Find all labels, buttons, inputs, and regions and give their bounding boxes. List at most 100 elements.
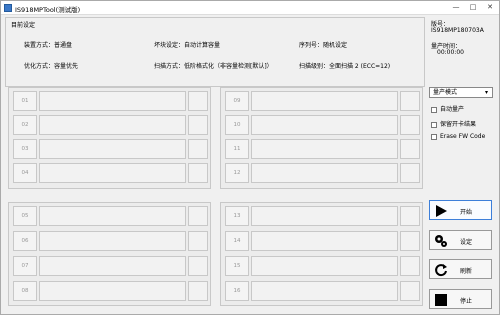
slot-result	[400, 115, 420, 135]
slot-row[interactable]: 12	[225, 163, 421, 183]
refresh-icon	[435, 264, 447, 277]
slot-status	[251, 115, 398, 135]
version-value: IS918MP180703A	[431, 27, 484, 34]
slot-result	[400, 91, 420, 111]
maximize-icon[interactable]: □	[466, 2, 480, 13]
settings-button[interactable]: 设定	[429, 230, 492, 250]
slot-status	[39, 256, 186, 276]
slot-result	[188, 115, 208, 135]
slot-row[interactable]: 07	[13, 256, 209, 276]
slot-result	[400, 139, 420, 159]
slot-number: 03	[13, 139, 37, 159]
slot-result	[188, 281, 208, 301]
app-window: IS918MPTool(测试版) — □ ✕ 目前设定 装置方式：普通盘 坏块设…	[0, 0, 500, 315]
slot-status	[251, 281, 398, 301]
slot-number: 11	[225, 139, 249, 159]
slot-number: 05	[13, 206, 37, 226]
erase-fw-checkbox[interactable]: Erase FW Code	[431, 133, 485, 140]
slot-row[interactable]: 14	[225, 231, 421, 251]
slot-result	[400, 281, 420, 301]
slot-number: 16	[225, 281, 249, 301]
slot-group-right-bottom: 13 14 15 16	[220, 202, 423, 306]
slot-result	[400, 256, 420, 276]
device-mode-text: 装置方式：普通盘	[24, 42, 73, 49]
slot-result	[400, 231, 420, 251]
slot-result	[188, 231, 208, 251]
slot-status	[39, 231, 186, 251]
slot-number: 15	[225, 256, 249, 276]
slot-status	[251, 91, 398, 111]
slot-result	[188, 256, 208, 276]
slot-status	[251, 256, 398, 276]
window-title: IS918MPTool(测试版)	[15, 6, 81, 14]
optimize-text: 优化方式：容量优先	[24, 63, 79, 70]
slot-result	[188, 139, 208, 159]
slot-result	[400, 163, 420, 183]
slot-status	[39, 91, 186, 111]
checkbox-label: 自动量产	[440, 106, 465, 113]
scan-mode-text: 扫描方式：低阶格式化（非容量检测[默认]）	[154, 63, 273, 70]
slot-status	[39, 281, 186, 301]
slot-row[interactable]: 05	[13, 206, 209, 226]
slot-number: 08	[13, 281, 37, 301]
slot-row[interactable]: 04	[13, 163, 209, 183]
slot-group-right-top: 09 10 11 12	[220, 87, 423, 189]
slot-number: 06	[13, 231, 37, 251]
slot-result	[188, 206, 208, 226]
keep-result-checkbox[interactable]: 保留开卡结果	[431, 119, 476, 128]
slot-number: 07	[13, 256, 37, 276]
slot-status	[39, 206, 186, 226]
slot-row[interactable]: 11	[225, 139, 421, 159]
scan-level-text: 扫描级别：全面扫描 2 (ECC=12)	[299, 63, 391, 70]
slot-status	[251, 206, 398, 226]
slot-number: 10	[225, 115, 249, 135]
slot-result	[188, 163, 208, 183]
title-bar: IS918MPTool(测试版) — □ ✕	[1, 1, 499, 15]
settings-header: 目前设定	[11, 22, 36, 29]
auto-produce-checkbox[interactable]: 自动量产	[431, 104, 464, 113]
slot-row[interactable]: 10	[225, 115, 421, 135]
gear-icon	[435, 235, 447, 247]
settings-panel: 目前设定 装置方式：普通盘 坏块设定：自动计算容量 序列号：随机设定 优化方式：…	[5, 17, 425, 87]
slot-row[interactable]: 01	[13, 91, 209, 111]
slot-row[interactable]: 13	[225, 206, 421, 226]
checkbox-label: Erase FW Code	[440, 133, 486, 140]
close-icon[interactable]: ✕	[483, 2, 497, 13]
slot-row[interactable]: 16	[225, 281, 421, 301]
slot-row[interactable]: 06	[13, 231, 209, 251]
play-icon	[436, 205, 447, 217]
start-button[interactable]: 开始	[429, 200, 492, 220]
slot-row[interactable]: 09	[225, 91, 421, 111]
serial-text: 序列号：随机设定	[299, 42, 348, 49]
slot-status	[39, 163, 186, 183]
stop-button[interactable]: 停止	[429, 289, 492, 309]
slot-group-left-bottom: 05 06 07 08	[8, 202, 211, 306]
slot-status	[251, 163, 398, 183]
bad-block-text: 坏块设定：自动计算容量	[154, 42, 221, 49]
slot-row[interactable]: 15	[225, 256, 421, 276]
slot-row[interactable]: 03	[13, 139, 209, 159]
slot-number: 01	[13, 91, 37, 111]
checkbox-box[interactable]	[431, 121, 437, 128]
mode-select-value: 量产模式	[433, 89, 458, 96]
refresh-button[interactable]: 刷新	[429, 259, 492, 279]
slot-number: 13	[225, 206, 249, 226]
app-icon	[4, 4, 12, 12]
slot-row[interactable]: 02	[13, 115, 209, 135]
checkbox-box[interactable]	[431, 106, 437, 113]
time-value: 00:00:00	[437, 49, 464, 56]
mode-select[interactable]: 量产模式 ▾	[429, 87, 493, 98]
slot-status	[39, 115, 186, 135]
checkbox-box[interactable]	[431, 133, 437, 140]
slot-number: 14	[225, 231, 249, 251]
slot-number: 04	[13, 163, 37, 183]
minimize-icon[interactable]: —	[449, 2, 463, 13]
slot-status	[251, 139, 398, 159]
checkbox-label: 保留开卡结果	[440, 121, 477, 128]
slot-result	[188, 91, 208, 111]
slot-row[interactable]: 08	[13, 281, 209, 301]
stop-button-label: 停止	[460, 298, 473, 305]
start-button-label: 开始	[460, 209, 473, 216]
slot-number: 12	[225, 163, 249, 183]
slot-status	[39, 139, 186, 159]
